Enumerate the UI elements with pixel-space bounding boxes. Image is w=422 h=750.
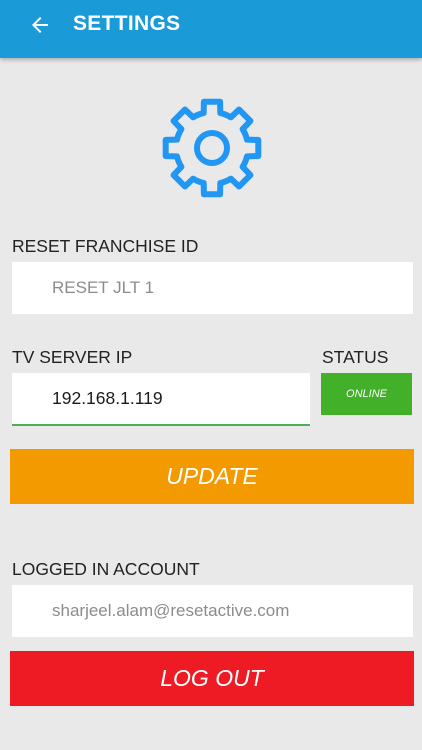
status-badge: ONLINE bbox=[321, 373, 412, 415]
account-email-value: sharjeel.alam@resetactive.com bbox=[52, 601, 290, 620]
franchise-id-field[interactable]: RESET JLT 1 bbox=[12, 262, 413, 314]
tv-server-ip-value: 192.168.1.119 bbox=[52, 388, 163, 408]
account-email-field[interactable]: sharjeel.alam@resetactive.com bbox=[12, 585, 413, 637]
tv-server-ip-input[interactable]: 192.168.1.119 bbox=[12, 373, 310, 426]
page-title: SETTINGS bbox=[73, 12, 181, 35]
back-button[interactable] bbox=[22, 10, 58, 40]
update-button[interactable]: UPDATE bbox=[10, 449, 414, 504]
franchise-id-label: RESET FRANCHISE ID bbox=[12, 236, 199, 256]
tv-server-ip-label: TV SERVER IP bbox=[12, 347, 133, 367]
logout-button[interactable]: LOG OUT bbox=[10, 651, 414, 706]
logged-in-account-label: LOGGED IN ACCOUNT bbox=[12, 559, 200, 579]
gear-icon bbox=[162, 98, 262, 198]
franchise-id-value: RESET JLT 1 bbox=[52, 278, 155, 297]
arrow-left-icon bbox=[32, 17, 48, 33]
status-label: STATUS bbox=[322, 347, 389, 367]
app-bar: SETTINGS bbox=[0, 0, 422, 58]
